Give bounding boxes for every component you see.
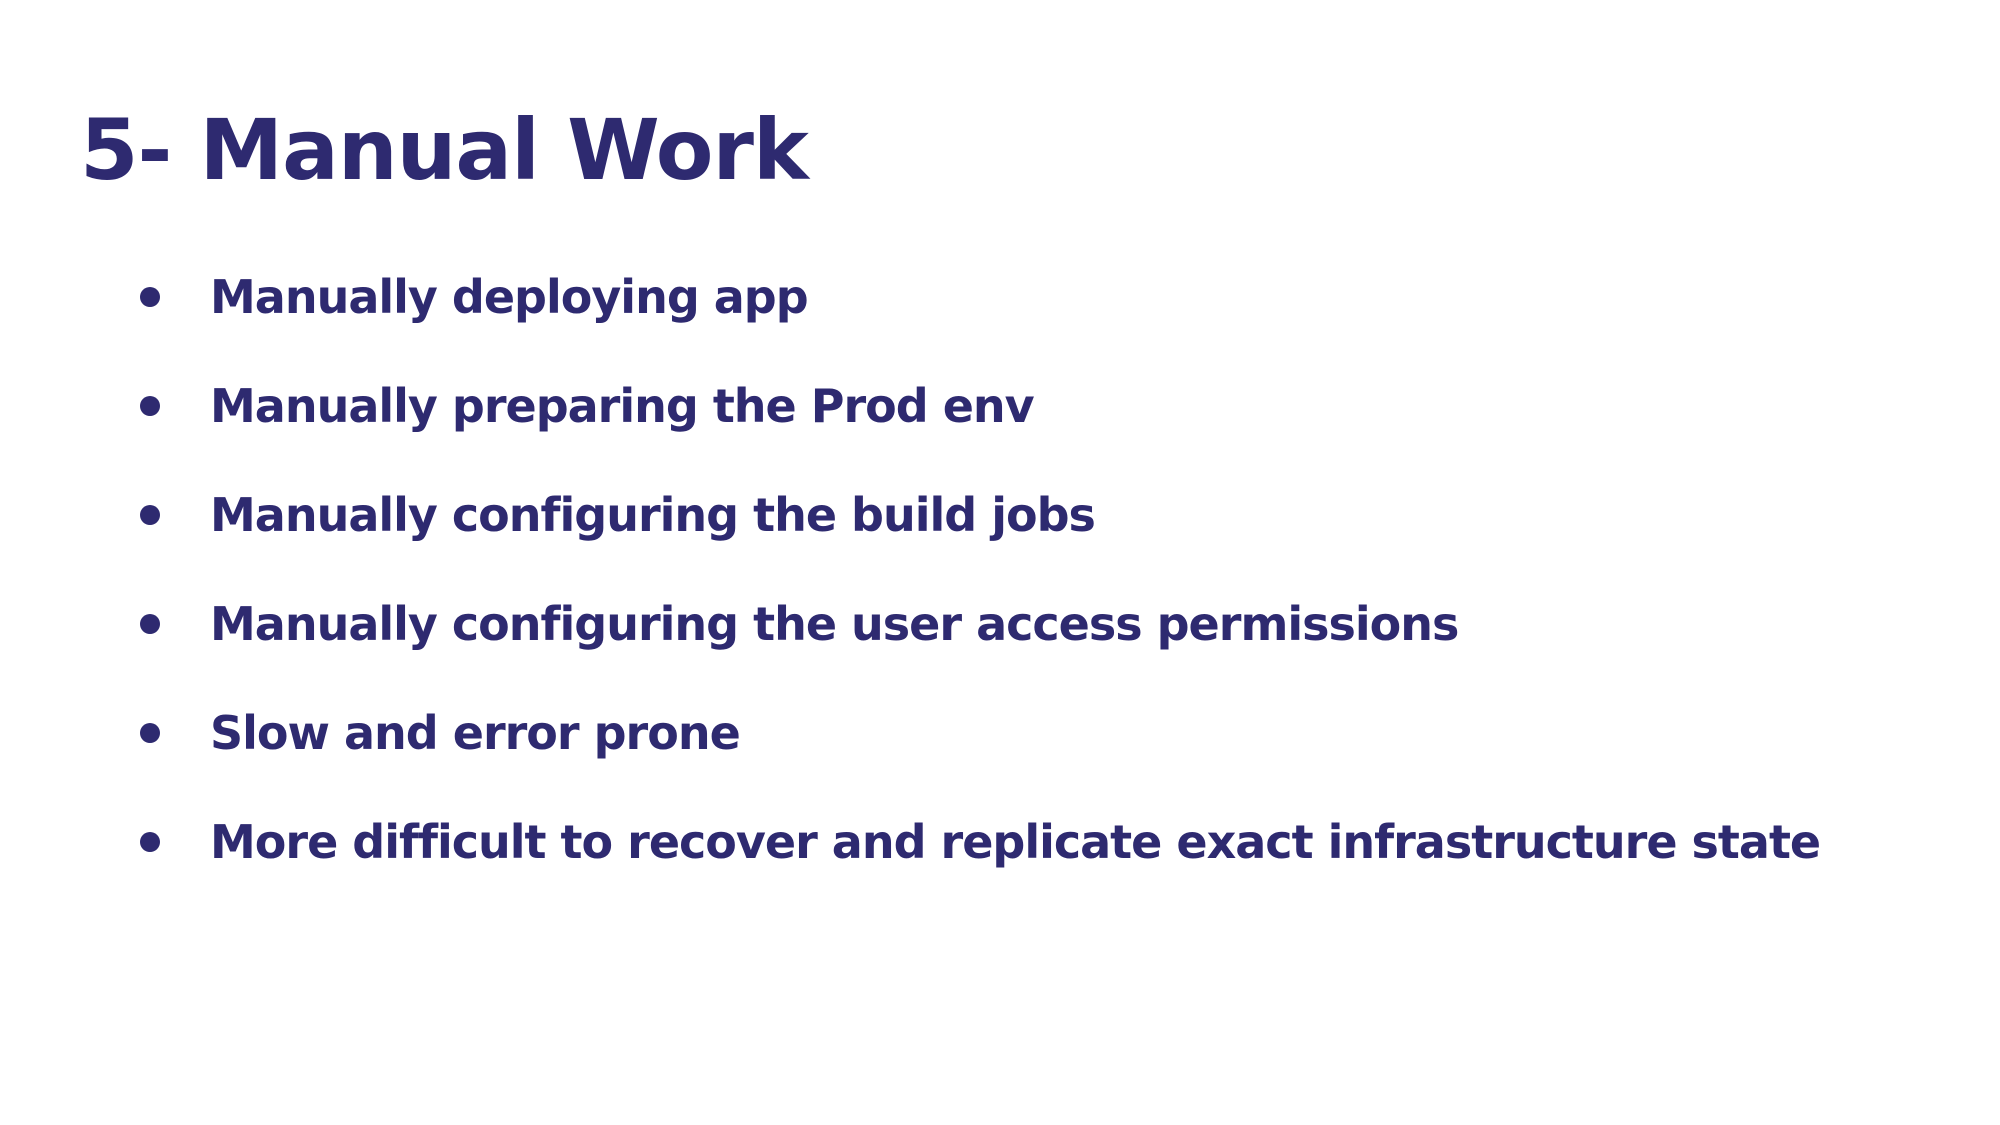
slide-title: 5- Manual Work	[80, 101, 809, 199]
bullet-icon	[140, 505, 160, 525]
list-item: Manually preparing the Prod env	[140, 376, 1820, 436]
bullet-icon	[140, 287, 160, 307]
bullet-text: Manually deploying app	[210, 270, 809, 324]
list-item: Manually deploying app	[140, 267, 1820, 327]
list-item: Manually configuring the build jobs	[140, 485, 1820, 545]
bullet-icon	[140, 396, 160, 416]
bullet-text: Manually preparing the Prod env	[210, 379, 1035, 433]
bullet-icon	[140, 832, 160, 852]
bullet-text: Manually configuring the build jobs	[210, 488, 1096, 542]
slide: 5- Manual Work Manually deploying app Ma…	[0, 0, 2000, 1125]
bullet-text: More difficult to recover and replicate …	[210, 815, 1821, 869]
list-item: Manually configuring the user access per…	[140, 594, 1820, 654]
bullet-text: Manually configuring the user access per…	[210, 597, 1459, 651]
list-item: More difficult to recover and replicate …	[140, 812, 1821, 872]
bullet-list: Manually deploying app Manually preparin…	[140, 267, 1821, 921]
bullet-icon	[140, 723, 160, 743]
list-item: Slow and error prone	[140, 703, 1820, 763]
bullet-text: Slow and error prone	[210, 706, 741, 760]
bullet-icon	[140, 614, 160, 634]
